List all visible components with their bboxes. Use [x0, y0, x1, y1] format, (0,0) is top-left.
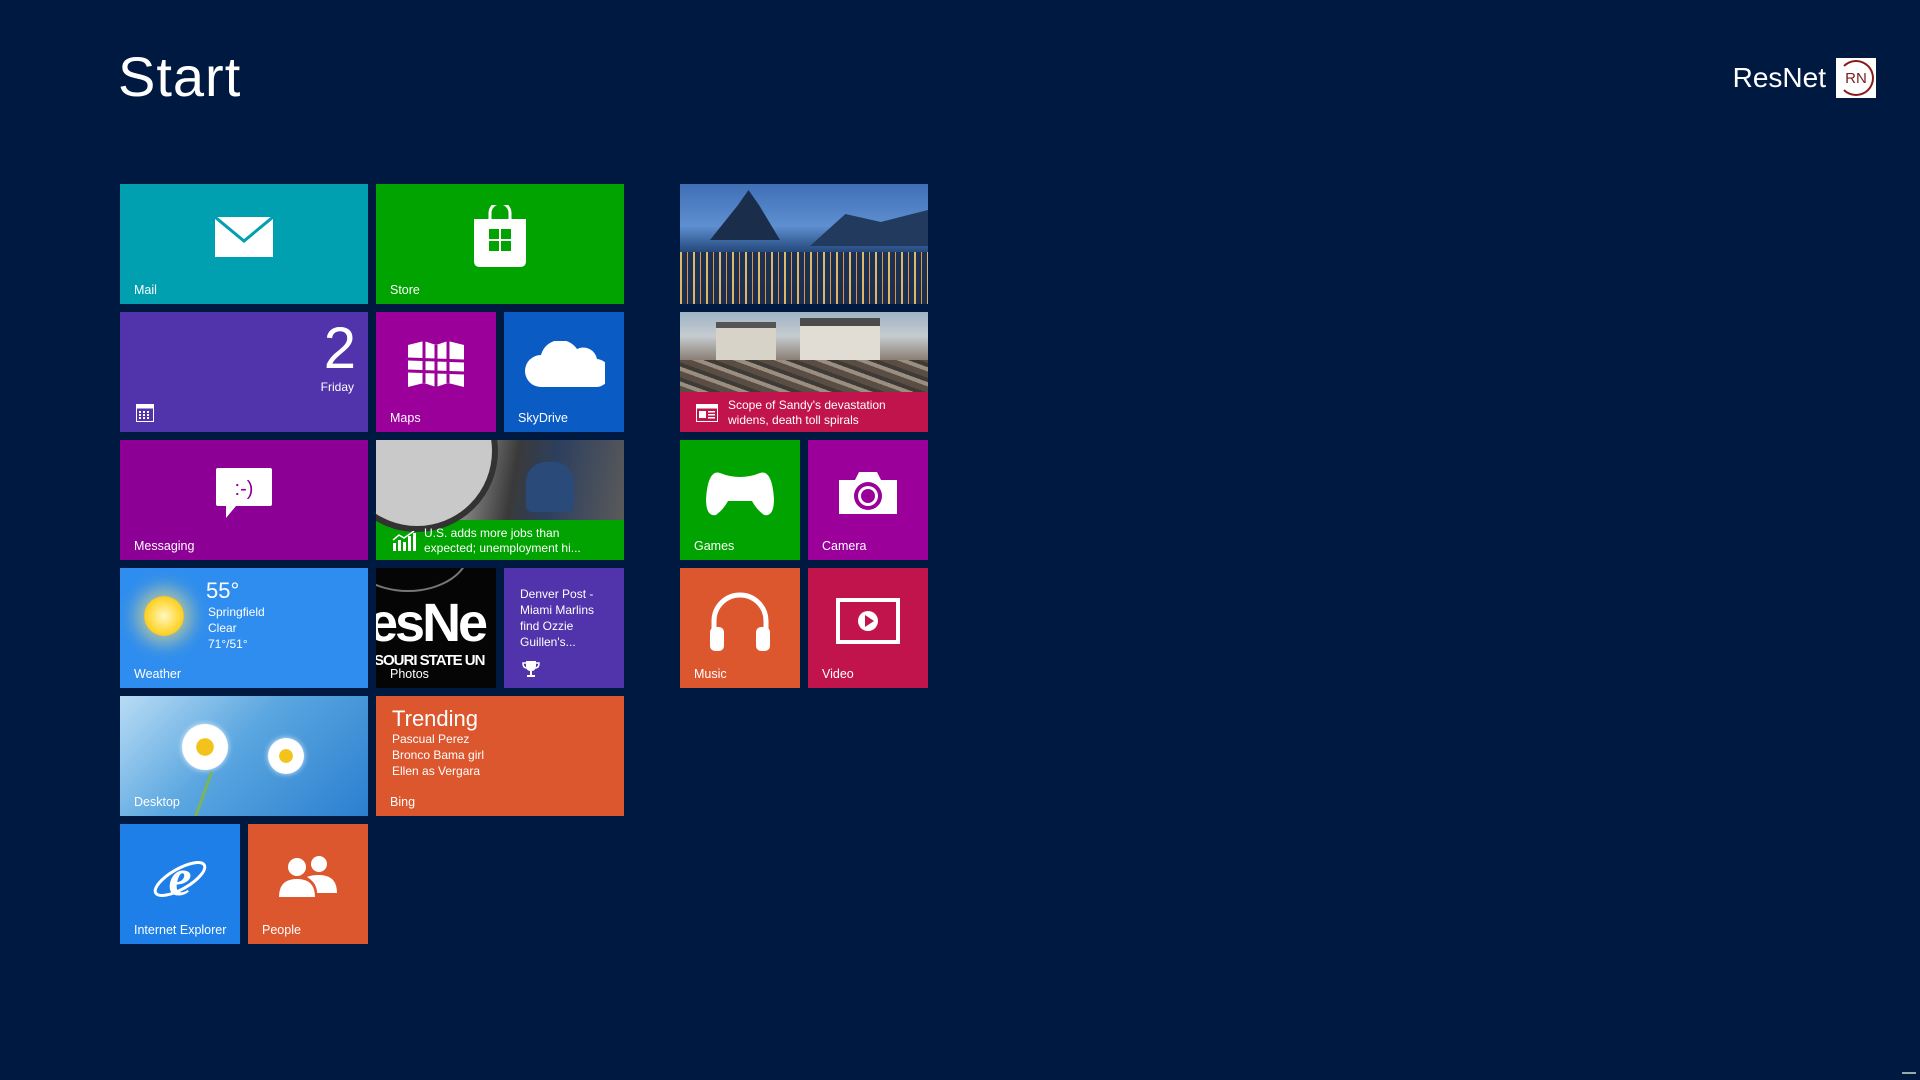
tile-label: People: [262, 923, 301, 937]
mail-icon: [215, 216, 273, 257]
calendar-day: 2: [323, 316, 356, 381]
chart-icon: [392, 531, 416, 551]
tile-label: Video: [822, 667, 854, 681]
weather-condition: Clear: [208, 621, 237, 635]
tile-label: Maps: [390, 411, 421, 425]
tile-news[interactable]: Scope of Sandy's devastation widens, dea…: [680, 312, 928, 432]
svg-text::-): :-): [235, 478, 254, 500]
tile-maps[interactable]: Maps: [376, 312, 496, 432]
tile-music[interactable]: Music: [680, 568, 800, 688]
internet-explorer-icon: e: [153, 850, 207, 905]
photo-text-top: esNe: [376, 593, 488, 653]
weather-temp: 55°: [206, 578, 240, 603]
scroll-indicator[interactable]: [1902, 1072, 1916, 1074]
video-icon: [836, 597, 900, 644]
tile-store[interactable]: Store: [376, 184, 624, 304]
start-title: Start: [118, 45, 242, 108]
bing-trend-3: Ellen as Vergara: [392, 764, 481, 778]
news-photo: [680, 312, 928, 392]
tile-label: Desktop: [134, 795, 180, 809]
tile-finance[interactable]: U.S. adds more jobs than expected; unemp…: [376, 440, 624, 560]
finance-photo: [376, 440, 624, 532]
tile-camera[interactable]: Camera: [808, 440, 928, 560]
finance-headline: U.S. adds more jobs than expected; unemp…: [424, 526, 581, 555]
bing-title: Trending: [392, 706, 479, 731]
photo-arc: [376, 568, 470, 592]
tile-label: Messaging: [134, 539, 195, 553]
calendar-icon: [136, 404, 154, 422]
sun-icon: [144, 596, 184, 636]
news-headline: Scope of Sandy's devastation widens, dea…: [728, 398, 886, 427]
bing-trend-2: Bronco Bama girl: [392, 748, 485, 762]
tile-label: Photos: [390, 667, 429, 681]
tile-label: SkyDrive: [518, 411, 569, 425]
gamepad-icon: [706, 472, 774, 515]
user-account[interactable]: ResNet RN: [1733, 58, 1876, 98]
tile-label: Music: [694, 667, 727, 681]
tile-label: Camera: [822, 539, 867, 553]
store-bag-icon: [474, 204, 526, 267]
bing-trend-1: Pascual Perez: [392, 732, 470, 746]
trophy-icon: [522, 661, 540, 677]
avatar: RN: [1836, 58, 1876, 98]
tile-photos[interactable]: esNe SOURI STATE UN Photos: [376, 568, 496, 688]
tile-mail[interactable]: Mail: [120, 184, 368, 304]
map-icon: [407, 340, 465, 387]
camera-icon: [839, 471, 897, 514]
weather-city: Springfield: [208, 605, 265, 619]
weather-range: 71°/51°: [208, 637, 248, 651]
messaging-icon: :-): [216, 467, 272, 518]
tile-label: Games: [694, 539, 735, 553]
tile-internet-explorer[interactable]: e Internet Explorer: [120, 824, 240, 944]
tile-weather[interactable]: 55° Springfield Clear 71°/51° Weather: [120, 568, 368, 688]
tile-video[interactable]: Video: [808, 568, 928, 688]
sports-headline: Denver Post - Miami Marlins find Ozzie G…: [520, 587, 595, 649]
tile-label: Internet Explorer: [134, 923, 227, 937]
tile-label: Mail: [134, 283, 157, 297]
tile-travel[interactable]: [680, 184, 928, 304]
tile-calendar[interactable]: 2 Friday: [120, 312, 368, 432]
tile-label: Bing: [390, 795, 416, 809]
tile-skydrive[interactable]: SkyDrive: [504, 312, 624, 432]
headphones-icon: [710, 592, 770, 651]
tile-sports[interactable]: Denver Post - Miami Marlins find Ozzie G…: [504, 568, 624, 688]
people-icon: [279, 855, 337, 897]
svg-text:e: e: [168, 850, 191, 905]
calendar-weekday: Friday: [320, 380, 354, 394]
tile-messaging[interactable]: :-) Messaging: [120, 440, 368, 560]
tile-games[interactable]: Games: [680, 440, 800, 560]
newspaper-icon: [696, 404, 718, 422]
user-name: ResNet: [1732, 62, 1826, 93]
tile-label: Store: [390, 283, 420, 297]
tile-people[interactable]: People: [248, 824, 368, 944]
tile-bing[interactable]: Trending Pascual Perez Bronco Bama girl …: [376, 696, 624, 816]
tile-desktop[interactable]: Desktop: [120, 696, 368, 816]
tile-label: Weather: [134, 667, 182, 681]
cloud-icon: [525, 340, 605, 387]
